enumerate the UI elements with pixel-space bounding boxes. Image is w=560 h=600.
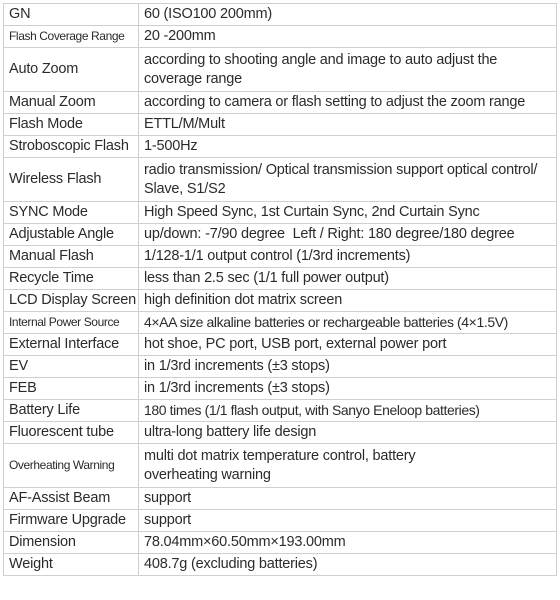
spec-row-manual-flash: Manual Flash 1/128-1/1 output control (1…	[3, 245, 557, 268]
spec-label: Internal Power Source	[3, 311, 139, 334]
spec-label: Recycle Time	[3, 267, 139, 290]
spec-value: 4×AA size alkaline batteries or recharge…	[138, 311, 557, 334]
spec-label: Weight	[3, 553, 139, 576]
spec-row-auto-zoom: Auto Zoom according to shooting angle an…	[3, 47, 557, 92]
spec-row-adjustable-angle: Adjustable Angle up/down: -7/90 degree L…	[3, 223, 557, 246]
spec-label: SYNC Mode	[3, 201, 139, 224]
spec-value: 20 -200mm	[138, 25, 557, 48]
spec-value: 60 (ISO100 200mm)	[138, 3, 557, 26]
spec-value: hot shoe, PC port, USB port, external po…	[138, 333, 557, 356]
spec-row-dimension: Dimension 78.04mm×60.50mm×193.00mm	[3, 531, 557, 554]
spec-row-lcd-display-screen: LCD Display Screen high definition dot m…	[3, 289, 557, 312]
spec-label: External Interface	[3, 333, 139, 356]
spec-label: FEB	[3, 377, 139, 400]
spec-value: ETTL/M/Mult	[138, 113, 557, 136]
spec-label: AF-Assist Beam	[3, 487, 139, 510]
spec-value: support	[138, 487, 557, 510]
spec-row-firmware-upgrade: Firmware Upgrade support	[3, 509, 557, 532]
spec-value: in 1/3rd increments (±3 stops)	[138, 355, 557, 378]
spec-label: EV	[3, 355, 139, 378]
spec-value: high definition dot matrix screen	[138, 289, 557, 312]
spec-value: multi dot matrix temperature control, ba…	[138, 443, 557, 488]
spec-row-overheating-warning: Overheating Warning multi dot matrix tem…	[3, 443, 557, 488]
spec-row-fluorescent-tube: Fluorescent tube ultra-long battery life…	[3, 421, 557, 444]
spec-value: radio transmission/ Optical transmission…	[138, 157, 557, 202]
spec-row-battery-life: Battery Life 180 times (1/1 flash output…	[3, 399, 557, 422]
spec-value: 1-500Hz	[138, 135, 557, 158]
spec-value: 1/128-1/1 output control (1/3rd incremen…	[138, 245, 557, 268]
spec-value: less than 2.5 sec (1/1 full power output…	[138, 267, 557, 290]
spec-row-stroboscopic-flash: Stroboscopic Flash 1-500Hz	[3, 135, 557, 158]
spec-label: Adjustable Angle	[3, 223, 139, 246]
spec-value: 180 times (1/1 flash output, with Sanyo …	[138, 399, 557, 422]
spec-value: 78.04mm×60.50mm×193.00mm	[138, 531, 557, 554]
spec-value: in 1/3rd increments (±3 stops)	[138, 377, 557, 400]
spec-value: 408.7g (excluding batteries)	[138, 553, 557, 576]
spec-table: GN 60 (ISO100 200mm) Flash Coverage Rang…	[3, 3, 557, 576]
spec-label: Firmware Upgrade	[3, 509, 139, 532]
spec-row-flash-coverage-range: Flash Coverage Range 20 -200mm	[3, 25, 557, 48]
spec-row-internal-power-source: Internal Power Source 4×AA size alkaline…	[3, 311, 557, 334]
spec-row-feb: FEB in 1/3rd increments (±3 stops)	[3, 377, 557, 400]
spec-value-text: multi dot matrix temperature control, ba…	[144, 447, 416, 483]
spec-label: LCD Display Screen	[3, 289, 139, 312]
spec-value: according to shooting angle and image to…	[138, 47, 557, 92]
spec-label: Auto Zoom	[3, 47, 139, 92]
spec-label: Manual Flash	[3, 245, 139, 268]
spec-label: Flash Coverage Range	[3, 25, 139, 48]
spec-row-sync-mode: SYNC Mode High Speed Sync, 1st Curtain S…	[3, 201, 557, 224]
spec-label: Battery Life	[3, 399, 139, 422]
spec-value: according to camera or flash setting to …	[138, 91, 557, 114]
spec-row-recycle-time: Recycle Time less than 2.5 sec (1/1 full…	[3, 267, 557, 290]
spec-row-ev: EV in 1/3rd increments (±3 stops)	[3, 355, 557, 378]
spec-row-flash-mode: Flash Mode ETTL/M/Mult	[3, 113, 557, 136]
spec-row-wireless-flash: Wireless Flash radio transmission/ Optic…	[3, 157, 557, 202]
spec-label: GN	[3, 3, 139, 26]
spec-row-af-assist-beam: AF-Assist Beam support	[3, 487, 557, 510]
spec-label: Wireless Flash	[3, 157, 139, 202]
spec-row-external-interface: External Interface hot shoe, PC port, US…	[3, 333, 557, 356]
spec-label: Overheating Warning	[3, 443, 139, 488]
spec-label: Dimension	[3, 531, 139, 554]
spec-value: up/down: -7/90 degree Left / Right: 180 …	[138, 223, 557, 246]
spec-value: High Speed Sync, 1st Curtain Sync, 2nd C…	[138, 201, 557, 224]
spec-row-weight: Weight 408.7g (excluding batteries)	[3, 553, 557, 576]
spec-label: Stroboscopic Flash	[3, 135, 139, 158]
spec-value: support	[138, 509, 557, 532]
spec-row-manual-zoom: Manual Zoom according to camera or flash…	[3, 91, 557, 114]
spec-label: Flash Mode	[3, 113, 139, 136]
spec-label: Manual Zoom	[3, 91, 139, 114]
spec-value: ultra-long battery life design	[138, 421, 557, 444]
spec-row-gn: GN 60 (ISO100 200mm)	[3, 3, 557, 26]
spec-label: Fluorescent tube	[3, 421, 139, 444]
